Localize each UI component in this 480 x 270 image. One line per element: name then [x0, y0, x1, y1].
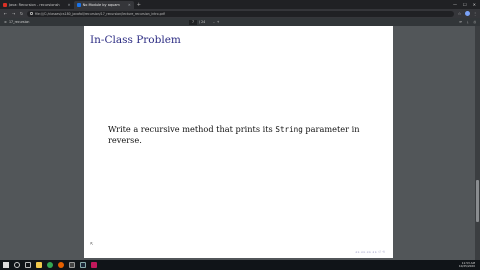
firefox-icon[interactable]	[58, 262, 64, 268]
system-tray-clock[interactable]: 11:53 AM 10/25/2020	[458, 261, 477, 269]
browser-tab-bar: Java: Recursion - recursionsh ✕ No Modul…	[0, 0, 480, 9]
browser-tab[interactable]: Java: Recursion - recursionsh ✕	[0, 1, 74, 9]
forward-icon[interactable]: →	[11, 11, 16, 16]
tab-favicon-icon	[3, 3, 7, 7]
page-total: / 24	[199, 20, 206, 24]
slide-body-text: Write a recursive method that prints its	[108, 124, 276, 134]
task-view-icon[interactable]	[25, 262, 31, 268]
terminal-icon[interactable]	[69, 262, 75, 268]
address-bar-row: ← → ↻ file:///C:/classes/cs180_javafall/…	[0, 9, 480, 18]
zoom-controls: – +	[213, 20, 219, 24]
zoom-in-button[interactable]: +	[217, 20, 220, 24]
pdf-toolbar: ≡ 17_recursion 7 / 24 – + ⟳ ⤓ ⎙	[0, 18, 480, 26]
zoom-out-button[interactable]: –	[213, 20, 215, 24]
rotate-icon[interactable]: ⟳	[459, 20, 462, 24]
slide-title: In-Class Problem	[90, 34, 181, 46]
minimize-button[interactable]: —	[453, 1, 457, 9]
clock-date: 10/25/2020	[458, 264, 475, 268]
maximize-button[interactable]: ☐	[463, 1, 467, 9]
mouse-cursor-icon: ⇱	[90, 241, 94, 246]
taskbar: 11:53 AM 10/25/2020	[0, 260, 480, 270]
star-icon[interactable]: ☆	[457, 11, 462, 16]
browser-tab-active[interactable]: No Module by aquam ✕	[73, 1, 134, 9]
back-icon[interactable]: ←	[3, 11, 8, 16]
steam-icon[interactable]	[80, 262, 86, 268]
window-controls: — ☐ ✕	[453, 1, 480, 9]
beamer-nav-icons[interactable]: ◂ ▸ ◂ ▸ ◂ ▸ ◂ ▸ ↺ ⟲	[355, 250, 385, 254]
tab-title: Java: Recursion - recursionsh	[9, 3, 60, 7]
chrome-icon[interactable]	[47, 262, 53, 268]
tab-favicon-icon	[76, 3, 81, 7]
slide-body: Write a recursive method that prints its…	[108, 124, 368, 146]
tab-title: No Module by aquam	[82, 3, 120, 7]
file-icon	[30, 12, 33, 15]
new-tab-button[interactable]: +	[134, 1, 144, 9]
pdf-actions: ⟳ ⤓ ⎙	[459, 20, 476, 24]
page-number-input[interactable]: 7	[189, 19, 197, 25]
file-explorer-icon[interactable]	[36, 262, 42, 268]
print-icon[interactable]: ⎙	[473, 20, 476, 24]
more-menu-icon[interactable]: ⋮	[473, 11, 477, 16]
download-icon[interactable]: ⤓	[467, 20, 468, 24]
url-text: file:///C:/classes/cs180_javafall/recurs…	[35, 11, 165, 16]
scrollbar[interactable]	[475, 26, 480, 260]
close-window-button[interactable]: ✕	[473, 1, 476, 9]
pdf-page: In-Class Problem Write a recursive metho…	[84, 26, 393, 258]
url-input[interactable]: file:///C:/classes/cs180_javafall/recurs…	[27, 10, 454, 17]
start-icon[interactable]	[3, 262, 9, 268]
screen: Java: Recursion - recursionsh ✕ No Modul…	[0, 0, 480, 270]
search-icon[interactable]	[14, 262, 20, 268]
slide-body-code: String	[275, 125, 303, 134]
page-indicator: 7 / 24	[189, 19, 206, 25]
scrollbar-thumb[interactable]	[476, 180, 479, 222]
close-tab-icon[interactable]: ✕	[128, 3, 131, 7]
reload-icon[interactable]: ↻	[19, 11, 24, 16]
close-tab-icon[interactable]: ✕	[68, 3, 71, 7]
profile-avatar[interactable]	[465, 11, 470, 16]
intellij-icon[interactable]	[91, 262, 97, 268]
pdf-viewer[interactable]: In-Class Problem Write a recursive metho…	[0, 26, 480, 260]
pdf-filename: 17_recursion	[9, 20, 30, 24]
